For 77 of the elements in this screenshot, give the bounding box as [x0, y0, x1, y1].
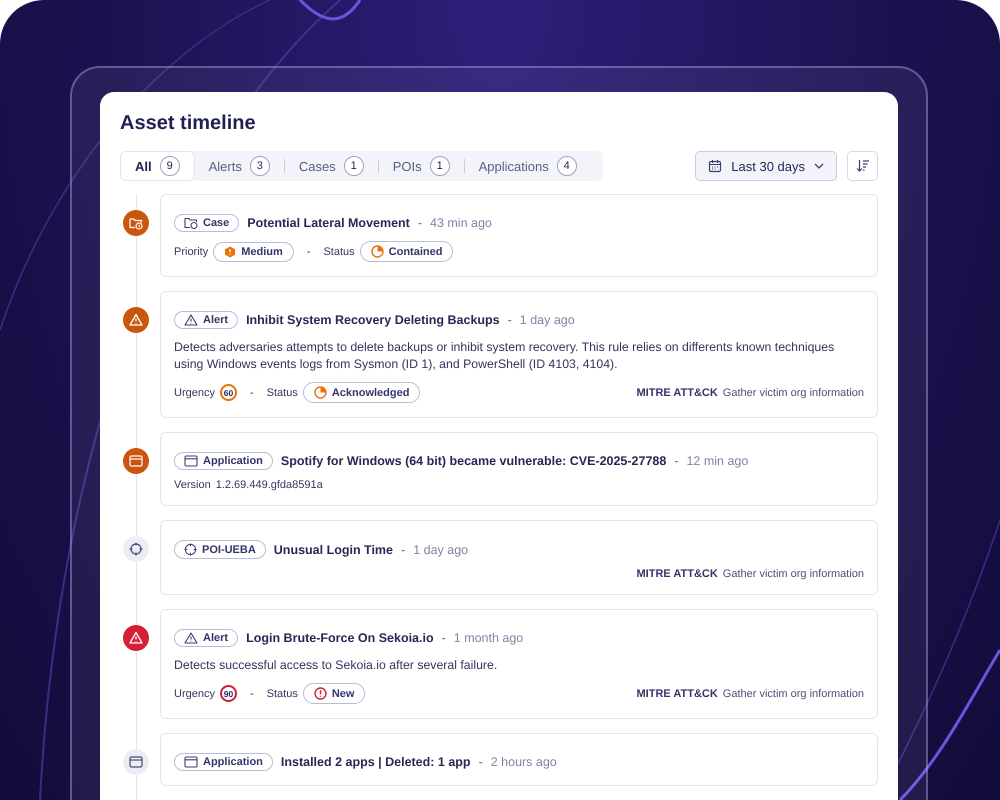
timestamp: 12 min ago — [686, 454, 748, 468]
status-pill: Contained — [360, 241, 454, 262]
entry-title[interactable]: Spotify for Windows (64 bit) became vulnerable: CVE-2025-27788 — [280, 454, 666, 468]
mitre-label: MITRE ATT&CK — [636, 688, 718, 700]
timestamp: 43 min ago — [430, 216, 492, 230]
entry-title[interactable]: Inhibit System Recovery Deleting Backups — [246, 313, 500, 327]
folder-clock-icon — [184, 217, 198, 229]
separator-dash: - — [418, 216, 422, 230]
separator-dash: - — [306, 246, 310, 258]
field-label: Urgency — [174, 688, 215, 700]
separator-dash: - — [478, 755, 483, 769]
window-icon — [129, 454, 143, 468]
field-label: Status — [323, 246, 355, 258]
mitre-label: MITRE ATT&CK — [636, 386, 718, 398]
crosshair-icon — [184, 543, 197, 556]
field-label: Status — [266, 386, 298, 398]
warning-icon — [129, 313, 143, 327]
folder-clock-icon — [129, 216, 143, 230]
tag-label: Alert — [203, 632, 228, 644]
tag-label: Application — [203, 455, 263, 467]
separator-dash: - — [250, 688, 254, 700]
tag-label: Application — [203, 756, 263, 768]
filter-tab[interactable]: Applications 4 — [464, 151, 591, 181]
sort-icon — [856, 159, 870, 173]
status-pill: Acknowledged — [302, 382, 420, 403]
date-range-dropdown[interactable]: Last 30 days — [695, 151, 837, 181]
window-icon — [184, 455, 198, 467]
count-badge: 4 — [556, 156, 577, 176]
field-label: Version — [174, 479, 211, 491]
warning-icon — [184, 314, 198, 326]
window-icon — [184, 756, 198, 768]
filter-tab[interactable]: Alerts 3 — [194, 151, 284, 181]
entry-title[interactable]: Login Brute-Force On Sekoia.io — [246, 631, 434, 645]
separator-dash: - — [250, 386, 254, 398]
timestamp: 2 hours ago — [490, 755, 557, 769]
filter-tab[interactable]: Cases 1 — [284, 151, 378, 181]
page-title: Asset timeline — [120, 112, 257, 135]
description: Detects adversaries attempts to delete backups or inhibit system recovery. This rule relies on differents known techniques using Windows events logs from Sysmon (ID 1), and PowerShell (ID 4103, 4104). — [174, 339, 836, 373]
mitre-tactic: Gather victim org information — [722, 568, 864, 580]
mitre-tactic: Gather victim org information — [722, 688, 864, 700]
calendar-icon — [708, 159, 722, 173]
crosshair-icon — [129, 542, 143, 556]
field-value: 1.2.69.449.gfda8591a — [216, 479, 323, 491]
separator-dash: - — [401, 542, 406, 556]
field-label: Priority — [174, 246, 208, 258]
tag-label: POI-UEBA — [202, 544, 256, 556]
tag-label: Alert — [203, 314, 228, 326]
timestamp: 1 day ago — [413, 542, 468, 556]
field-label: Status — [266, 688, 298, 700]
entry-title[interactable]: Installed 2 apps | Deleted: 1 app — [280, 755, 471, 769]
tag-label: Case — [203, 217, 230, 229]
urgency-ring: 60 — [220, 384, 237, 401]
warning-icon — [184, 632, 198, 644]
mitre-tactic: Gather victim org information — [722, 386, 864, 398]
count-badge: 9 — [160, 156, 180, 176]
timestamp: 1 month ago — [454, 631, 524, 645]
mitre-label: MITRE ATT&CK — [636, 568, 718, 580]
description: Detects successful access to Sekoia.io after several failure. — [174, 657, 498, 674]
filter-tab[interactable]: All 9 — [120, 151, 195, 181]
chevron-down-icon — [814, 163, 824, 169]
count-badge: 1 — [430, 156, 450, 176]
status-pill: Medium — [213, 242, 294, 262]
separator-dash: - — [674, 454, 678, 468]
sort-button[interactable] — [847, 151, 878, 181]
timestamp: 1 day ago — [520, 313, 575, 327]
warning-icon — [129, 631, 143, 645]
status-pill: New — [302, 683, 366, 704]
separator-dash: - — [508, 313, 512, 327]
entry-title[interactable]: Unusual Login Time — [274, 542, 394, 556]
window-icon — [129, 755, 143, 769]
count-badge: 3 — [250, 156, 270, 176]
field-label: Urgency — [174, 386, 215, 398]
count-badge: 1 — [344, 156, 364, 176]
entry-title[interactable]: Potential Lateral Movement — [247, 216, 410, 230]
filter-tab[interactable]: POIs 1 — [378, 151, 464, 181]
separator-dash: - — [442, 631, 446, 645]
urgency-ring: 90 — [220, 685, 237, 702]
